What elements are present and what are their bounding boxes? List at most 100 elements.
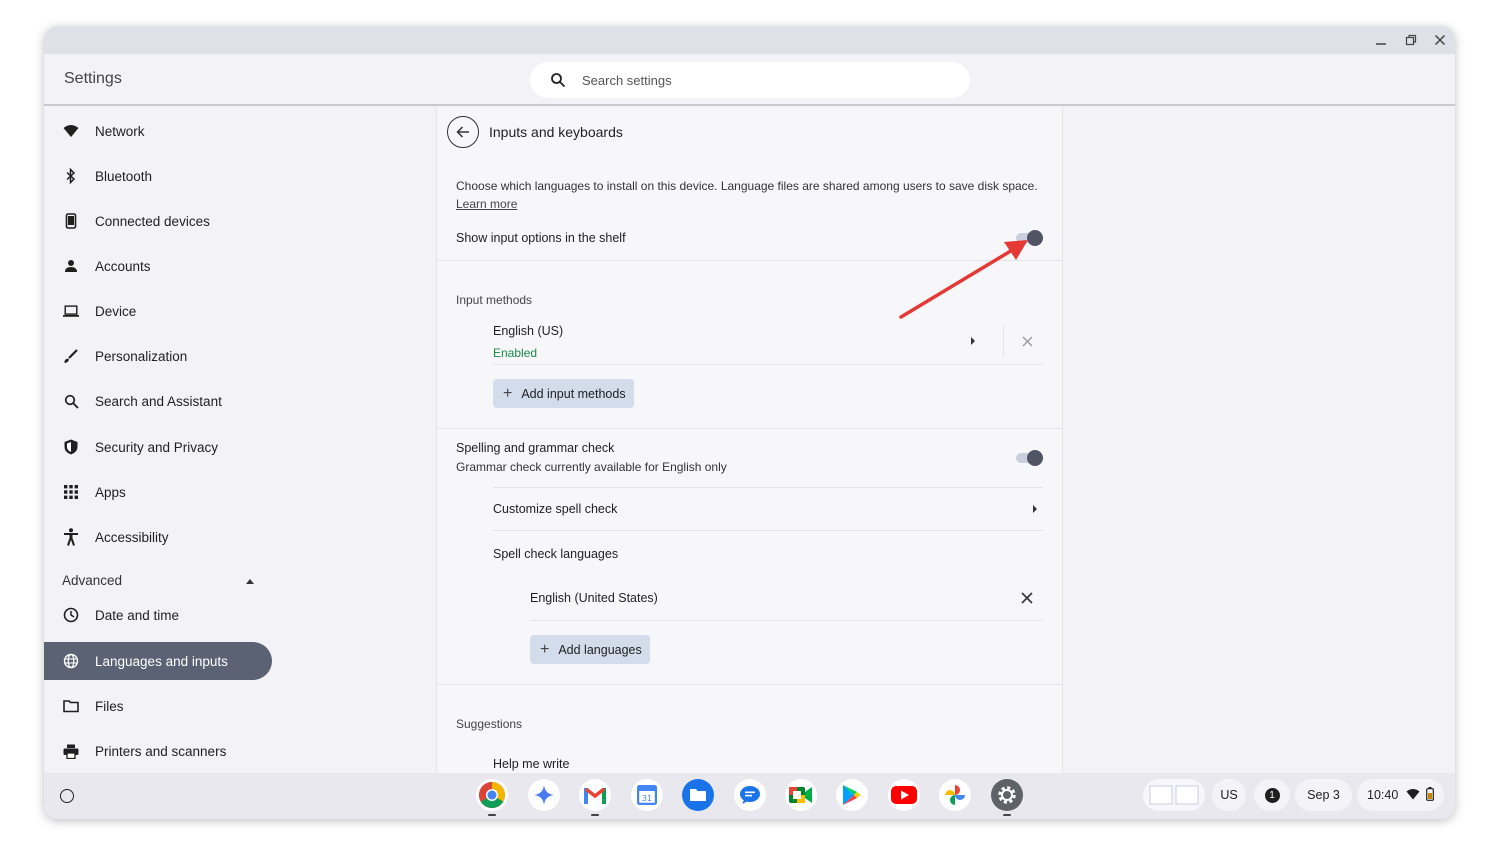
- sidebar-item-network[interactable]: Network: [44, 112, 272, 150]
- files-icon[interactable]: [682, 779, 714, 811]
- divider: [437, 428, 1062, 429]
- search-box[interactable]: [530, 62, 970, 98]
- date-pill[interactable]: Sep 3: [1295, 779, 1352, 811]
- show-input-options-label: Show input options in the shelf: [456, 231, 626, 245]
- sidebar-item-security-privacy[interactable]: Security and Privacy: [44, 428, 272, 466]
- title-bar[interactable]: [44, 26, 1455, 54]
- printer-icon: [63, 743, 79, 759]
- notification-counter[interactable]: 1: [1254, 779, 1290, 811]
- launcher-icon[interactable]: [60, 789, 74, 803]
- customize-spell-check-label[interactable]: Customize spell check: [493, 502, 617, 516]
- keyboard-layout-indicator[interactable]: US: [1212, 779, 1246, 811]
- app-title: Settings: [64, 70, 122, 87]
- sidebar-item-bluetooth[interactable]: Bluetooth: [44, 157, 272, 195]
- divider: [437, 684, 1062, 685]
- calendar-icon[interactable]: 31: [631, 779, 663, 811]
- screenshot-preview-icon: [1149, 785, 1199, 805]
- clock-icon: [63, 607, 79, 623]
- sidebar-item-apps[interactable]: Apps: [44, 473, 272, 511]
- gemini-icon[interactable]: [528, 779, 560, 811]
- battery-icon: [1426, 786, 1435, 804]
- search-input[interactable]: [582, 72, 902, 88]
- gmail-icon[interactable]: [579, 779, 611, 811]
- divider: [530, 620, 1043, 621]
- phone-icon: [63, 213, 79, 229]
- sidebar-item-search-assistant[interactable]: Search and Assistant: [44, 382, 272, 420]
- learn-more-link[interactable]: Learn more: [456, 197, 517, 211]
- description-text: Choose which languages to install on thi…: [456, 179, 1038, 193]
- remove-input-method-icon[interactable]: [1018, 332, 1036, 350]
- chrome-icon[interactable]: [476, 779, 508, 811]
- status-area[interactable]: 10:40: [1357, 779, 1444, 811]
- search-icon: [551, 73, 566, 88]
- apps-grid-icon: [63, 484, 79, 500]
- plus-icon: +: [540, 640, 550, 658]
- play-store-icon[interactable]: [836, 779, 868, 811]
- meet-icon[interactable]: [785, 779, 817, 811]
- sidebar-item-label: Date and time: [95, 607, 180, 623]
- sidebar-item-languages-inputs[interactable]: Languages and inputs: [44, 642, 272, 680]
- sidebar-item-date-time[interactable]: Date and time: [44, 596, 272, 634]
- youtube-icon[interactable]: [888, 779, 920, 811]
- sidebar-item-printers-scanners[interactable]: Printers and scanners: [44, 732, 272, 770]
- wifi-icon: [1406, 788, 1420, 803]
- remove-language-icon[interactable]: [1018, 589, 1036, 607]
- sidebar-item-label: Connected devices: [95, 213, 210, 229]
- page-description: Choose which languages to install on thi…: [456, 177, 1056, 213]
- holding-space-thumbnail[interactable]: [1143, 779, 1205, 811]
- sidebar-item-personalization[interactable]: Personalization: [44, 337, 272, 375]
- wifi-icon: [63, 123, 79, 139]
- sidebar-item-label: Files: [95, 698, 124, 714]
- brush-icon: [63, 348, 79, 364]
- divider: [437, 260, 1062, 261]
- add-input-methods-label: Add input methods: [521, 386, 626, 401]
- globe-icon: [63, 653, 79, 669]
- caret-up-icon[interactable]: [246, 579, 254, 584]
- sidebar-item-label: Accounts: [95, 258, 151, 274]
- add-languages-label: Add languages: [558, 642, 642, 657]
- back-arrow-icon[interactable]: [447, 116, 479, 148]
- minimize-icon[interactable]: [1370, 30, 1392, 50]
- folder-icon: [63, 698, 79, 714]
- sidebar-item-files[interactable]: Files: [44, 687, 272, 725]
- running-indicator: [591, 814, 599, 816]
- clock-time: 10:40: [1367, 788, 1399, 802]
- help-me-write-label[interactable]: Help me write: [493, 757, 569, 771]
- sidebar-item-connected-devices[interactable]: Connected devices: [44, 202, 272, 240]
- input-method-status: Enabled: [493, 346, 538, 360]
- spell-check-languages-label: Spell check languages: [493, 547, 619, 561]
- photos-icon[interactable]: [939, 779, 971, 811]
- show-input-options-toggle[interactable]: [1014, 229, 1044, 247]
- sidebar-item-label: Search and Assistant: [95, 393, 222, 409]
- main-panel: Inputs and keyboards Choose which langua…: [436, 108, 1063, 773]
- sidebar-item-label: Network: [95, 123, 145, 139]
- sidebar-item-label: Accessibility: [95, 529, 169, 545]
- separator: [1003, 326, 1004, 356]
- accessibility-icon: [63, 528, 79, 546]
- settings-header: Settings: [44, 54, 1455, 106]
- customize-spell-check-arrow-icon[interactable]: [1033, 505, 1037, 513]
- sidebar-item-label: Apps: [95, 484, 126, 500]
- sidebar-item-label: Bluetooth: [95, 168, 153, 184]
- shield-icon: [63, 439, 79, 455]
- restore-icon[interactable]: [1400, 30, 1422, 50]
- input-method-details-arrow-icon[interactable]: [971, 337, 975, 345]
- divider: [493, 364, 1043, 365]
- sidebar-item-accessibility[interactable]: Accessibility: [44, 518, 272, 556]
- add-input-methods-button[interactable]: + Add input methods: [493, 379, 634, 408]
- suggestions-section-label: Suggestions: [456, 717, 523, 731]
- person-icon: [63, 258, 79, 274]
- sidebar-item-label: Device: [95, 303, 137, 319]
- sidebar-item-accounts[interactable]: Accounts: [44, 247, 272, 285]
- spelling-grammar-toggle[interactable]: [1014, 449, 1044, 467]
- settings-gear-icon[interactable]: [991, 779, 1023, 811]
- close-icon[interactable]: [1429, 30, 1451, 50]
- running-indicator: [1003, 814, 1011, 816]
- messages-icon[interactable]: [734, 779, 766, 811]
- laptop-icon: [63, 303, 79, 319]
- bluetooth-icon: [63, 168, 79, 184]
- sidebar-item-device[interactable]: Device: [44, 292, 272, 330]
- sidebar-item-label: Personalization: [95, 348, 188, 364]
- advanced-section-label[interactable]: Advanced: [62, 573, 122, 588]
- add-languages-button[interactable]: + Add languages: [530, 635, 650, 664]
